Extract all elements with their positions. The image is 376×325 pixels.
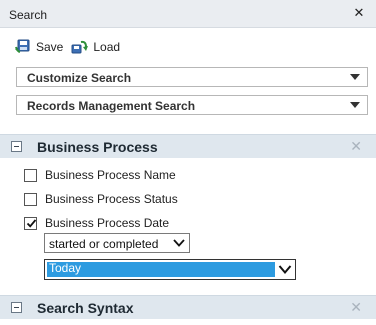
checkbox-unchecked[interactable]: [24, 192, 37, 206]
date-mode-value: started or completed: [49, 237, 159, 251]
chevron-down-icon: [173, 239, 185, 247]
caret-down-icon: [350, 102, 360, 108]
date-value-select[interactable]: Today: [44, 259, 296, 280]
business-process-date-option[interactable]: Business Process Date: [24, 214, 169, 232]
collapse-icon[interactable]: [11, 141, 22, 152]
save-icon: [15, 39, 30, 53]
load-icon: [71, 40, 89, 54]
checkbox-checked[interactable]: [24, 216, 37, 230]
panel-title: Search: [9, 8, 48, 22]
toolbar: Save Load: [14, 37, 128, 57]
selected-highlight: [47, 262, 275, 277]
business-process-title: Business Process: [37, 139, 158, 155]
search-syntax-title: Search Syntax: [37, 300, 134, 316]
load-label: Load: [93, 40, 121, 54]
business-process-status-label: Business Process Status: [45, 192, 178, 206]
business-process-name-label: Business Process Name: [45, 168, 176, 182]
records-management-search-label: Records Management Search: [27, 99, 196, 113]
caret-down-icon: [350, 74, 360, 80]
remove-section-icon[interactable]: ✕: [350, 138, 362, 155]
business-process-section-header: Business Process ✕: [0, 134, 376, 158]
load-button[interactable]: Load: [71, 39, 120, 55]
panel-titlebar: Search ✕: [0, 0, 376, 28]
records-management-search-dropdown[interactable]: Records Management Search: [16, 95, 368, 115]
date-value: Today: [49, 261, 82, 275]
customize-search-dropdown[interactable]: Customize Search: [16, 67, 368, 87]
close-icon[interactable]: ✕: [352, 6, 366, 20]
date-mode-select[interactable]: started or completed: [44, 233, 190, 253]
business-process-date-label: Business Process Date: [45, 216, 170, 230]
collapse-icon[interactable]: [11, 302, 22, 313]
search-syntax-section-header: Search Syntax ✕: [0, 295, 376, 319]
save-label: Save: [36, 40, 64, 54]
chevron-down-icon: [278, 265, 292, 275]
remove-section-icon[interactable]: ✕: [350, 299, 362, 316]
business-process-status-option[interactable]: Business Process Status: [24, 190, 178, 208]
customize-search-label: Customize Search: [27, 71, 132, 85]
checkbox-unchecked[interactable]: [24, 168, 37, 182]
checkmark-icon: [26, 218, 37, 228]
business-process-name-option[interactable]: Business Process Name: [24, 166, 176, 184]
save-button[interactable]: Save: [14, 39, 63, 55]
